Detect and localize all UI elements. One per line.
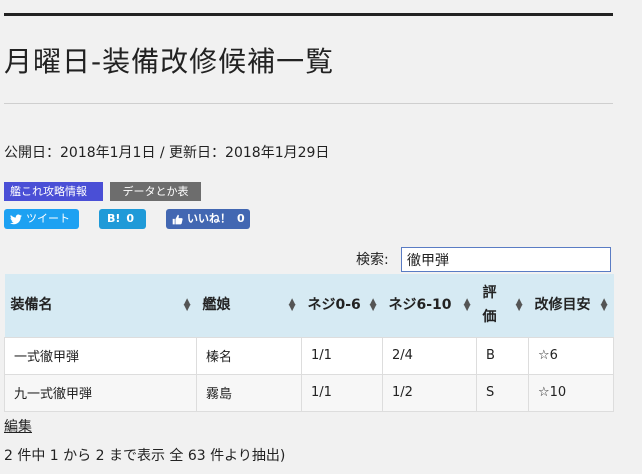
search-label: 検索: [356,252,389,268]
title-divider [4,103,613,104]
cell-equipment: 一式徹甲弾 [4,336,197,375]
column-header-rating[interactable]: 評価 ▲ ▼ [476,274,529,337]
edit-link[interactable]: 編集 [4,416,32,436]
sort-icon: ▲ ▼ [369,297,377,314]
table-info: 2 件中 1 から 2 まで表示 全 63 件より抽出) [4,448,286,464]
cell-screws-6-10: 1/2 [382,373,477,412]
column-header-label: 改修目安 [534,297,591,314]
sort-icon: ▲ ▼ [288,297,296,314]
top-rule [4,13,613,16]
cell-screws-0-6: 1/1 [301,336,383,375]
column-header-screws-0-6[interactable]: ネジ0-6 ▲ ▼ [301,274,383,337]
table-header-row: 装備名 ▲ ▼ 艦娘 ▲ ▼ ネジ0-6 ▲ ▼ ネジ6-10 ▲ ▼ 評価 ▲ ▼ 改修目安 ▲ ▼ [4,274,614,337]
twitter-bird-icon [10,214,22,224]
hatena-bookmark-label: B! [107,212,121,225]
column-header-upgrade-level[interactable]: 改修目安 ▲ ▼ [528,274,614,337]
hatena-bookmark-button[interactable]: B! 0 [99,209,146,229]
column-header-label: ネジ0-6 [307,297,361,314]
column-header-equipment[interactable]: 装備名 ▲ ▼ [4,274,197,337]
search-input[interactable] [401,247,611,272]
hatena-bookmark-count: 0 [126,212,135,225]
cell-equipment: 九一式徹甲弾 [4,373,197,412]
facebook-like-count: 0 [237,212,245,225]
facebook-like-button[interactable]: いいね！ 0 [166,209,250,229]
column-header-label: 艦娘 [202,297,231,314]
sort-icon: ▲ ▼ [600,297,608,314]
sort-icon: ▲ ▼ [183,297,191,314]
category-tag-data[interactable]: データとか表 [110,182,201,201]
cell-screws-6-10: 2/4 [382,336,477,375]
thumbs-up-icon [172,214,183,224]
cell-ship-girl: 榛名 [196,336,302,375]
column-header-ship-girl[interactable]: 艦娘 ▲ ▼ [196,274,302,337]
cell-ship-girl: 霧島 [196,373,302,412]
publish-dates: 公開日：2018年1月1日 / 更新日：2018年1月29日 [4,145,330,161]
cell-screws-0-6: 1/1 [301,373,383,412]
cell-rating: S [476,373,529,412]
cell-rating: B [476,336,529,375]
page-title: 月曜日-装備改修候補一覧 [4,45,335,78]
facebook-like-label: いいね！ [187,212,231,225]
column-header-screws-6-10[interactable]: ネジ6-10 ▲ ▼ [382,274,477,337]
sort-icon: ▲ ▼ [463,297,471,314]
cell-upgrade-level: ☆10 [528,373,614,412]
twitter-share-button[interactable]: ツイート [4,209,79,229]
table-row: 一式徹甲弾 榛名 1/1 2/4 B ☆6 [4,336,614,375]
category-tag-kancolle[interactable]: 艦これ攻略情報 [4,182,103,201]
column-header-label: ネジ6-10 [388,297,452,314]
column-header-label: 装備名 [10,297,53,314]
sort-icon: ▲ ▼ [515,297,523,314]
cell-upgrade-level: ☆6 [528,336,614,375]
column-header-label: 評価 [482,285,497,326]
twitter-share-label: ツイート [26,212,70,225]
equipment-table: 装備名 ▲ ▼ 艦娘 ▲ ▼ ネジ0-6 ▲ ▼ ネジ6-10 ▲ ▼ 評価 ▲ ▼ 改修目安 ▲ ▼ … [4,274,614,412]
table-row: 九一式徹甲弾 霧島 1/1 1/2 S ☆10 [4,373,614,412]
